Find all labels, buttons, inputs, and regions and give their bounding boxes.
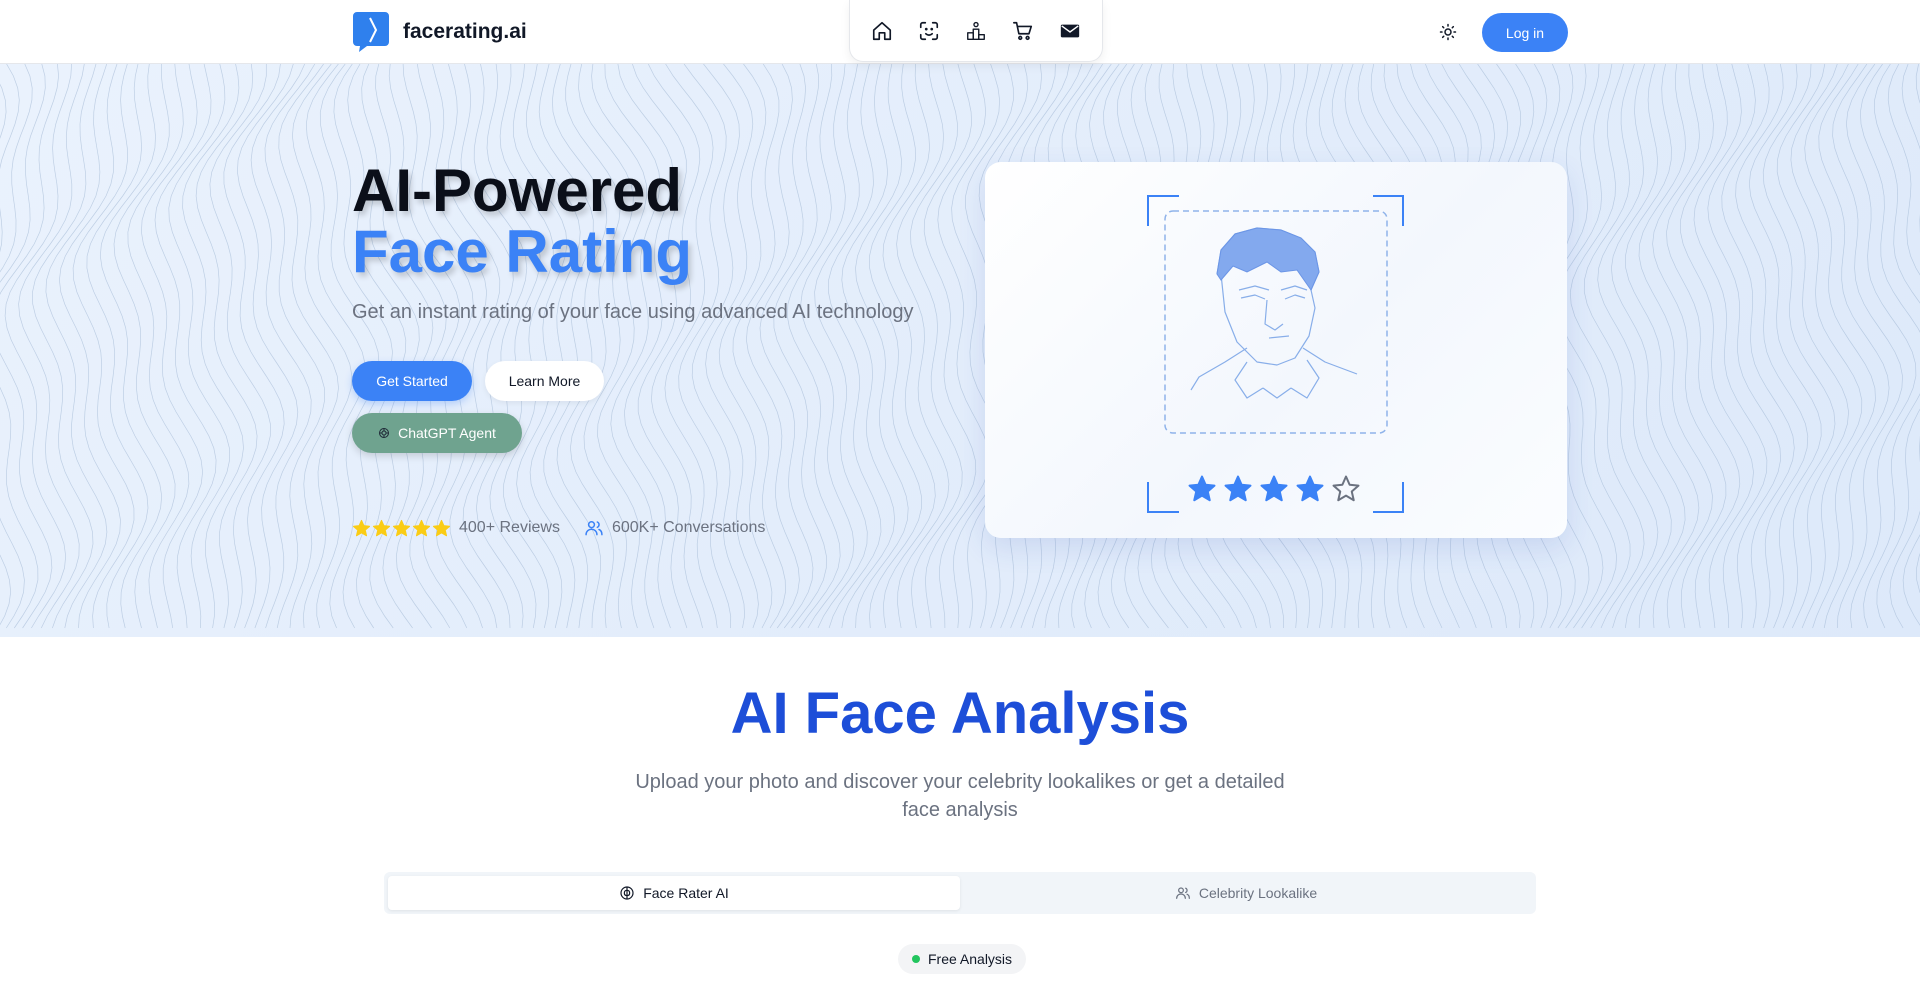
- tab-face-rater[interactable]: Face Rater AI: [388, 876, 960, 910]
- podium-icon: [967, 21, 985, 40]
- sun-icon: [1439, 23, 1457, 41]
- hero-title: AI-Powered Face Rating: [352, 160, 692, 282]
- cart-icon: [1013, 21, 1033, 40]
- card-rating-stars: [1187, 474, 1361, 504]
- filled-star-icon: [1224, 475, 1252, 502]
- learn-more-button[interactable]: Learn More: [485, 361, 604, 401]
- hero-section: AI-Powered Face Rating Get an instant ra…: [0, 64, 1920, 637]
- free-analysis-label: Free Analysis: [928, 951, 1013, 967]
- nav-leaderboard-button[interactable]: [958, 13, 994, 49]
- analysis-subtitle: Upload your photo and discover your cele…: [635, 771, 1285, 821]
- login-button[interactable]: Log in: [1482, 13, 1568, 52]
- wave-lines-background: [0, 64, 1920, 629]
- star-icon: [432, 519, 451, 536]
- filled-star-icon: [1296, 475, 1324, 502]
- star-icon: [412, 519, 431, 536]
- main-nav: [849, 0, 1103, 62]
- nav-face-scan-button[interactable]: [911, 13, 947, 49]
- filled-star-icon: [1260, 475, 1288, 502]
- logo-icon: [353, 12, 389, 52]
- users-icon: [585, 521, 603, 536]
- mail-icon: [1061, 24, 1080, 37]
- hero-subtitle: Get an instant rating of your face using…: [352, 301, 914, 323]
- star-icon: [372, 519, 391, 536]
- brand-name: facerating.ai: [403, 20, 527, 43]
- analysis-tabs: Face Rater AI Celebrity Lookalike: [384, 872, 1536, 914]
- social-proof: 400+ Reviews 600K+ Conversations: [352, 518, 765, 538]
- reviews-count: 400+ Reviews: [459, 519, 560, 536]
- chatgpt-agent-label: ChatGPT Agent: [398, 425, 496, 441]
- review-stars: [352, 519, 451, 538]
- nav-contact-button[interactable]: [1052, 13, 1088, 49]
- nav-home-button[interactable]: [864, 13, 900, 49]
- openai-icon: [379, 428, 390, 438]
- chatgpt-agent-button[interactable]: ChatGPT Agent: [352, 413, 522, 453]
- theme-toggle-button[interactable]: [1434, 18, 1462, 46]
- conversations-stat: 600K+ Conversations: [584, 518, 765, 538]
- star-icon: [392, 519, 411, 536]
- hero-title-line1: AI-Powered: [352, 157, 683, 224]
- hero-title-line2: Face Rating: [352, 218, 693, 285]
- users-icon: [1175, 887, 1190, 899]
- top-header: facerating.ai Log in: [0, 0, 1920, 64]
- free-analysis-badge: Free Analysis: [898, 944, 1027, 974]
- face-rating-card: [985, 162, 1567, 538]
- star-icon: [352, 519, 371, 536]
- get-started-button[interactable]: Get Started: [352, 361, 472, 401]
- face-scan-icon: [919, 21, 938, 40]
- brand[interactable]: facerating.ai: [353, 12, 527, 52]
- status-dot: [912, 955, 920, 963]
- conversations-count: 600K+ Conversations: [611, 519, 766, 536]
- brain-icon: [620, 886, 634, 900]
- tab-celebrity-lookalike[interactable]: Celebrity Lookalike: [960, 876, 1532, 910]
- home-icon: [872, 21, 891, 40]
- empty-star-icon: [1332, 475, 1360, 502]
- tab-face-rater-label: Face Rater AI: [643, 885, 729, 901]
- filled-star-icon: [1188, 475, 1216, 502]
- analysis-title: AI Face Analysis: [730, 681, 1190, 746]
- nav-shop-button[interactable]: [1005, 13, 1041, 49]
- tab-celebrity-lookalike-label: Celebrity Lookalike: [1198, 885, 1318, 901]
